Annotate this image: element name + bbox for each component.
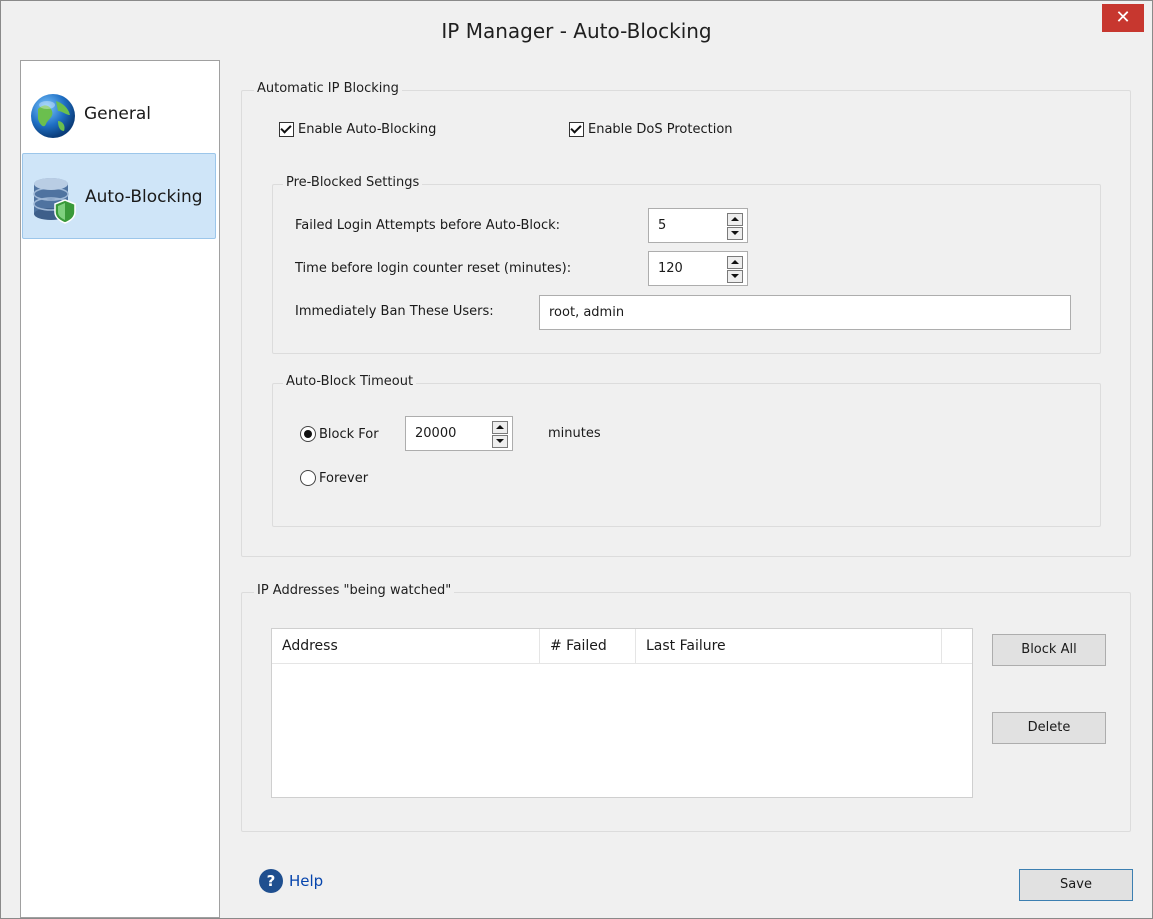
column-header-address[interactable]: Address <box>272 629 540 663</box>
ip-manager-window: IP Manager - Auto-Blocking ✕ General Aut… <box>0 0 1153 919</box>
pre-blocked-settings-legend: Pre-Blocked Settings <box>283 175 423 190</box>
ban-users-label: Immediately Ban These Users: <box>295 304 494 319</box>
block-all-button[interactable]: Block All <box>992 634 1106 666</box>
help-icon: ? <box>259 869 283 893</box>
minutes-label: minutes <box>548 426 601 441</box>
sidebar: General Auto-Blocking <box>20 60 220 918</box>
delete-button[interactable]: Delete <box>992 712 1106 744</box>
radio-unselected-icon <box>300 470 316 486</box>
help-link[interactable]: ? Help <box>259 869 323 893</box>
save-button[interactable]: Save <box>1019 869 1133 901</box>
spinner-arrows <box>727 213 743 240</box>
automatic-ip-blocking-legend: Automatic IP Blocking <box>254 81 402 96</box>
spin-up-icon[interactable] <box>727 256 743 269</box>
reset-counter-value[interactable]: 120 <box>658 261 683 276</box>
block-for-radio[interactable]: Block For <box>300 426 379 442</box>
enable-dos-protection-checkbox[interactable]: Enable DoS Protection <box>569 122 733 137</box>
spin-down-icon[interactable] <box>492 435 508 448</box>
reset-counter-spinner[interactable]: 120 <box>648 251 748 286</box>
globe-icon <box>31 94 75 138</box>
reset-counter-label: Time before login counter reset (minutes… <box>295 261 572 276</box>
block-for-label: Block For <box>319 426 379 442</box>
column-header-last-failure[interactable]: Last Failure <box>636 629 942 663</box>
column-header-failed[interactable]: # Failed <box>540 629 636 663</box>
spinner-arrows <box>492 421 508 448</box>
enable-auto-blocking-label: Enable Auto-Blocking <box>298 122 437 137</box>
close-button[interactable]: ✕ <box>1102 4 1144 32</box>
block-duration-value[interactable]: 20000 <box>415 426 456 441</box>
enable-auto-blocking-checkbox[interactable]: Enable Auto-Blocking <box>279 122 436 137</box>
checkbox-checked-icon <box>569 122 584 137</box>
auto-block-timeout-group <box>272 383 1101 527</box>
watched-addresses-legend: IP Addresses "being watched" <box>254 583 455 598</box>
sidebar-item-auto-blocking[interactable]: Auto-Blocking <box>22 153 216 239</box>
sidebar-item-general[interactable]: General <box>22 71 216 157</box>
spin-up-icon[interactable] <box>492 421 508 434</box>
forever-label: Forever <box>319 470 369 486</box>
title-bar[interactable]: IP Manager - Auto-Blocking ✕ <box>1 1 1152 59</box>
forever-radio[interactable]: Forever <box>300 470 368 486</box>
spin-down-icon[interactable] <box>727 270 743 283</box>
watched-addresses-table[interactable]: Address # Failed Last Failure <box>271 628 973 798</box>
radio-selected-icon <box>300 426 316 442</box>
sidebar-item-label: General <box>84 104 151 124</box>
spinner-arrows <box>727 256 743 283</box>
help-label: Help <box>289 872 324 890</box>
failed-attempts-value[interactable]: 5 <box>658 218 666 233</box>
spin-down-icon[interactable] <box>727 227 743 240</box>
auto-blocking-panel: Automatic IP Blocking Enable Auto-Blocki… <box>223 60 1151 917</box>
spin-up-icon[interactable] <box>727 213 743 226</box>
checkbox-checked-icon <box>279 122 294 137</box>
database-shield-icon <box>33 178 76 224</box>
window-title: IP Manager - Auto-Blocking <box>441 19 712 43</box>
ban-users-input[interactable]: root, admin <box>539 295 1071 330</box>
block-duration-spinner[interactable]: 20000 <box>405 416 513 451</box>
failed-attempts-spinner[interactable]: 5 <box>648 208 748 243</box>
table-header: Address # Failed Last Failure <box>272 629 972 664</box>
failed-attempts-label: Failed Login Attempts before Auto-Block: <box>295 218 560 233</box>
enable-dos-protection-label: Enable DoS Protection <box>588 122 733 137</box>
auto-block-timeout-legend: Auto-Block Timeout <box>283 374 417 389</box>
sidebar-item-label: Auto-Blocking <box>85 187 203 207</box>
